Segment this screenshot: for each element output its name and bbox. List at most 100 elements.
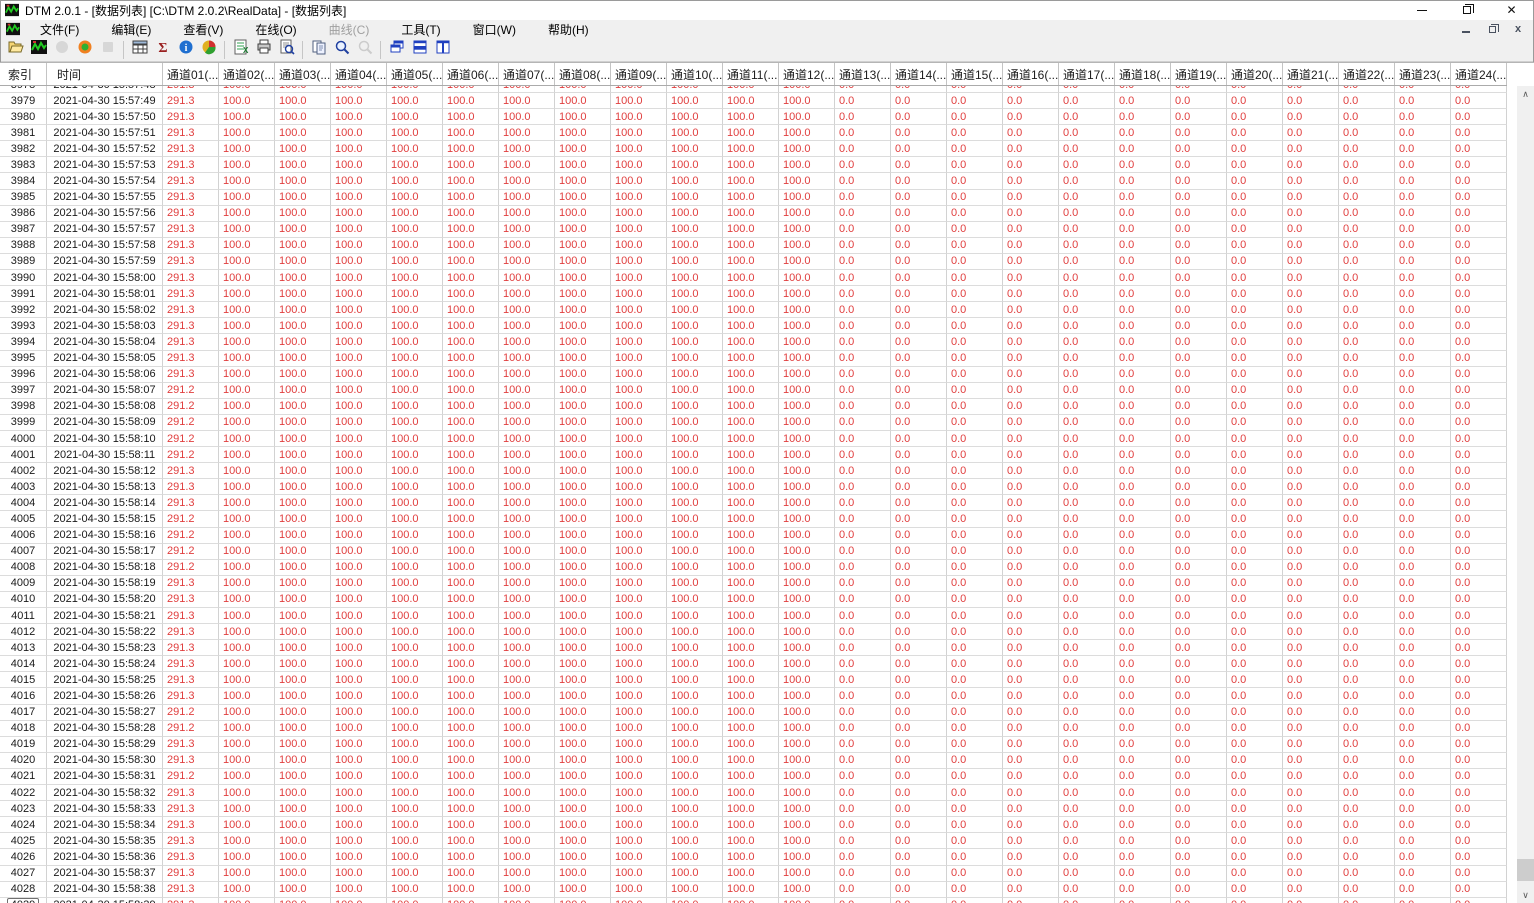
cell-channel06[interactable]: 100.0 [443,527,499,544]
cell-channel01[interactable]: 291.3 [163,302,219,319]
cell-channel23[interactable]: 0.0 [1395,447,1451,464]
cell-channel11[interactable]: 100.0 [723,430,779,448]
cell-channel24[interactable]: 0.0 [1451,801,1507,818]
cell-channel08[interactable]: 100.0 [555,495,611,512]
cell-channel21[interactable]: 0.0 [1283,221,1339,238]
cell-channel20[interactable]: 0.0 [1227,624,1283,641]
cell-channel07[interactable]: 100.0 [499,591,555,608]
cell-channel08[interactable]: 100.0 [555,318,611,335]
sigma-button[interactable]: Σ [151,39,174,61]
cell-channel22[interactable]: 0.0 [1339,768,1395,786]
cell-channel12[interactable]: 100.0 [779,366,835,383]
cell-channel15[interactable]: 0.0 [947,833,1003,850]
cell-channel02[interactable]: 100.0 [219,527,275,544]
cell-channel03[interactable]: 100.0 [275,447,331,464]
cell-channel11[interactable]: 100.0 [723,495,779,512]
cell-channel16[interactable]: 0.0 [1003,398,1059,415]
cell-channel09[interactable]: 100.0 [611,511,667,528]
cell-channel09[interactable]: 100.0 [611,334,667,351]
cell-channel05[interactable]: 100.0 [387,656,443,673]
cell-index[interactable]: 3996 [0,366,47,383]
cell-channel06[interactable]: 100.0 [443,736,499,753]
cell-channel15[interactable]: 0.0 [947,447,1003,464]
cell-channel01[interactable]: 291.3 [163,736,219,753]
cell-channel17[interactable]: 0.0 [1059,93,1115,110]
cell-time[interactable]: 2021-04-30 15:57:59 [47,253,163,271]
cell-channel20[interactable]: 0.0 [1227,704,1283,721]
cell-index[interactable]: 3999 [0,414,47,431]
cell-channel12[interactable]: 100.0 [779,125,835,142]
table-row[interactable]: 4010 2021-04-30 15:58:20 291.3 100.0 100.0 10… [0,591,1507,608]
cell-channel11[interactable]: 100.0 [723,93,779,110]
cell-channel17[interactable]: 0.0 [1059,897,1115,903]
cell-channel05[interactable]: 100.0 [387,253,443,271]
cell-channel11[interactable]: 100.0 [723,366,779,383]
cell-channel20[interactable]: 0.0 [1227,253,1283,271]
cell-channel01[interactable]: 291.3 [163,318,219,335]
cell-channel23[interactable]: 0.0 [1395,157,1451,174]
cell-channel06[interactable]: 100.0 [443,640,499,657]
table-row[interactable]: 4013 2021-04-30 15:58:23 291.3 100.0 100.0 10… [0,640,1507,657]
cell-channel22[interactable]: 0.0 [1339,608,1395,625]
cell-channel22[interactable]: 0.0 [1339,318,1395,335]
cell-channel08[interactable]: 100.0 [555,447,611,464]
cell-index[interactable]: 4015 [0,672,47,689]
cell-time[interactable]: 2021-04-30 15:57:55 [47,189,163,206]
cell-channel10[interactable]: 100.0 [667,463,723,480]
cell-channel03[interactable]: 100.0 [275,334,331,351]
cell-channel20[interactable]: 0.0 [1227,479,1283,496]
cell-channel16[interactable]: 0.0 [1003,479,1059,496]
cell-channel03[interactable]: 100.0 [275,704,331,721]
cell-channel08[interactable]: 100.0 [555,479,611,496]
cell-channel16[interactable]: 0.0 [1003,109,1059,126]
cell-channel05[interactable]: 100.0 [387,785,443,802]
cell-channel09[interactable]: 100.0 [611,495,667,512]
cell-channel20[interactable]: 0.0 [1227,141,1283,158]
cell-channel06[interactable]: 100.0 [443,752,499,769]
cell-channel14[interactable]: 0.0 [891,656,947,673]
cell-channel05[interactable]: 100.0 [387,865,443,882]
cell-channel15[interactable]: 0.0 [947,86,1003,93]
cell-channel23[interactable]: 0.0 [1395,93,1451,110]
cell-channel12[interactable]: 100.0 [779,447,835,464]
cell-channel20[interactable]: 0.0 [1227,511,1283,528]
cell-channel01[interactable]: 291.3 [163,672,219,689]
cell-channel20[interactable]: 0.0 [1227,656,1283,673]
cell-channel22[interactable]: 0.0 [1339,109,1395,126]
cell-channel09[interactable]: 100.0 [611,93,667,110]
cell-channel02[interactable]: 100.0 [219,189,275,206]
cell-channel12[interactable]: 100.0 [779,688,835,705]
cell-channel10[interactable]: 100.0 [667,640,723,657]
cell-channel08[interactable]: 100.0 [555,350,611,367]
cell-channel06[interactable]: 100.0 [443,463,499,480]
cell-channel05[interactable]: 100.0 [387,463,443,480]
cell-channel20[interactable]: 0.0 [1227,414,1283,431]
cell-channel22[interactable]: 0.0 [1339,865,1395,882]
cell-channel10[interactable]: 100.0 [667,527,723,544]
cell-channel05[interactable]: 100.0 [387,768,443,786]
cell-channel08[interactable]: 100.0 [555,398,611,415]
cell-channel01[interactable]: 291.3 [163,205,219,222]
cell-channel03[interactable]: 100.0 [275,463,331,480]
cell-channel10[interactable]: 100.0 [667,109,723,126]
cell-channel20[interactable]: 0.0 [1227,833,1283,850]
cell-channel17[interactable]: 0.0 [1059,881,1115,898]
cell-channel19[interactable]: 0.0 [1171,881,1227,898]
cell-channel01[interactable]: 291.3 [163,463,219,480]
cell-channel24[interactable]: 0.0 [1451,221,1507,238]
cell-channel04[interactable]: 100.0 [331,881,387,898]
cell-channel05[interactable]: 100.0 [387,527,443,544]
cell-channel09[interactable]: 100.0 [611,157,667,174]
cell-channel21[interactable]: 0.0 [1283,704,1339,721]
cell-channel17[interactable]: 0.0 [1059,527,1115,544]
cell-channel19[interactable]: 0.0 [1171,495,1227,512]
cell-channel13[interactable]: 0.0 [835,447,891,464]
cell-channel24[interactable]: 0.0 [1451,559,1507,576]
cell-channel17[interactable]: 0.0 [1059,495,1115,512]
cell-channel05[interactable]: 100.0 [387,350,443,367]
cell-channel15[interactable]: 0.0 [947,414,1003,431]
cell-time[interactable]: 2021-04-30 15:58:19 [47,575,163,592]
cell-time[interactable]: 2021-04-30 15:57:57 [47,221,163,238]
cell-channel21[interactable]: 0.0 [1283,543,1339,560]
cell-channel14[interactable]: 0.0 [891,849,947,866]
